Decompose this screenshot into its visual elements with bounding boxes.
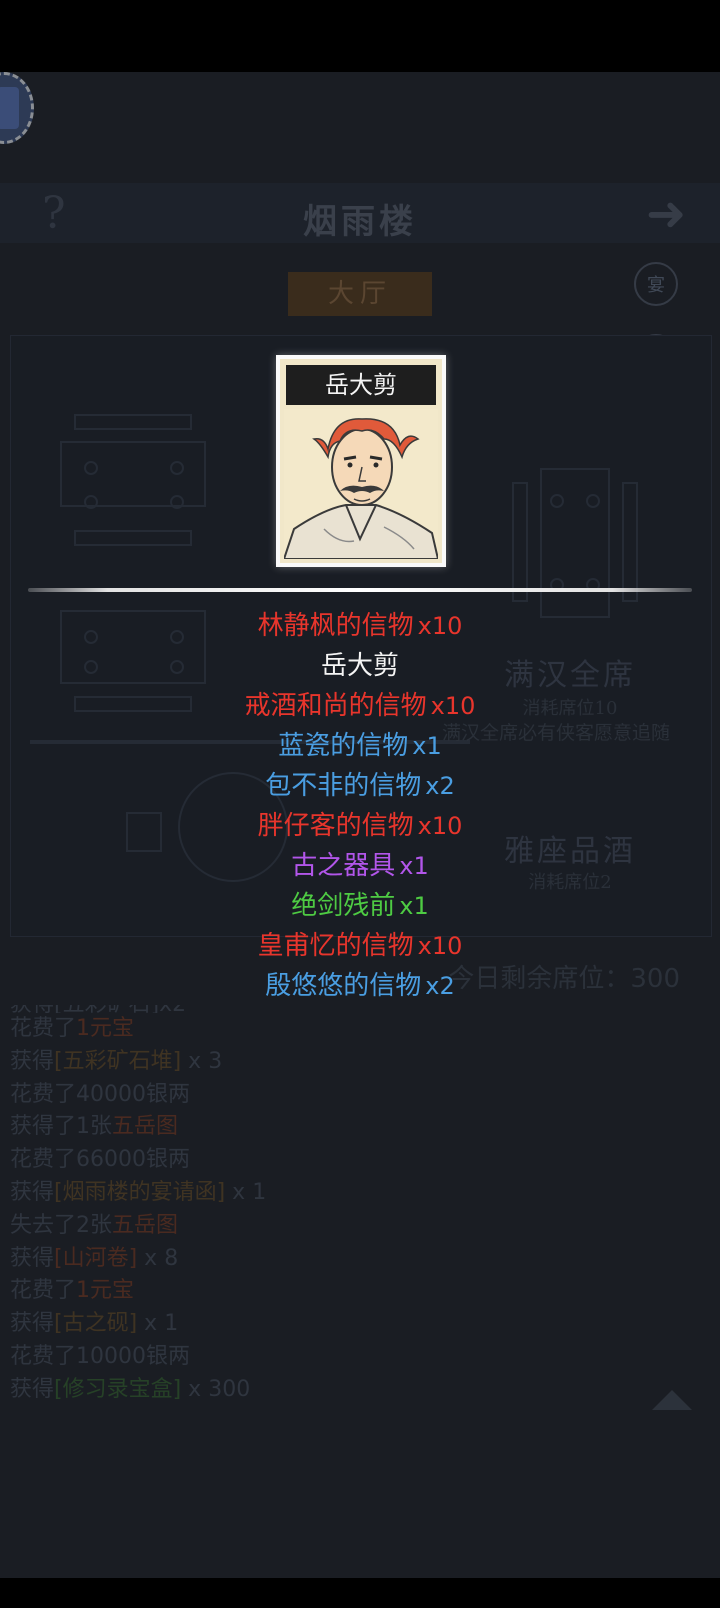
reward-name: 殷悠悠的信物	[265, 971, 422, 1001]
log-text: 花费了40000银两	[10, 1081, 190, 1107]
reward-quantity: x1	[399, 892, 429, 920]
reward-item: 古之器具 x1	[0, 846, 720, 886]
character-portrait	[284, 409, 438, 559]
log-line: 获得[修习录宝盒] x 300	[10, 1374, 610, 1407]
log-text: x 300	[181, 1376, 251, 1402]
log-item-link[interactable]: 五岳图	[112, 1213, 178, 1238]
log-line: 获得了1张五岳图	[10, 1111, 610, 1144]
log-text: x 3	[181, 1048, 223, 1074]
reward-item: 林静枫的信物 x10	[0, 606, 720, 646]
bench-shape	[622, 482, 638, 602]
log-line: 获得[五彩矿石]x2	[10, 1005, 610, 1013]
reward-name: 皇甫忆的信物	[257, 931, 414, 961]
log-text: 花费了	[10, 1016, 77, 1041]
player-avatar[interactable]	[0, 72, 34, 144]
popup-divider	[28, 588, 692, 592]
log-line: 获得[五彩矿石堆] x 3	[10, 1046, 610, 1079]
log-text: 花费了	[10, 1278, 77, 1304]
log-line: 花费了40000银两	[10, 1079, 610, 1112]
log-text: 获得了1张	[10, 1114, 112, 1140]
stool-dot	[170, 461, 184, 475]
stool-dot	[550, 494, 564, 508]
table-shape	[60, 441, 206, 507]
character-name: 岳大剪	[286, 365, 436, 405]
bench-shape	[74, 530, 192, 546]
reward-quantity: x1	[399, 852, 429, 880]
log-text: 获得[五彩矿石]x2	[10, 1005, 186, 1013]
log-text: x 8	[137, 1245, 179, 1271]
reward-quantity: x10	[417, 612, 463, 640]
activity-log[interactable]: 获得[五彩矿石]x2花费了1元宝获得[五彩矿石堆] x 3花费了40000银两获…	[10, 1005, 610, 1407]
log-item-link[interactable]: [古之砚]	[54, 1311, 137, 1336]
log-item-link[interactable]: [山河卷]	[54, 1246, 137, 1271]
reward-name: 林静枫的信物	[257, 611, 414, 641]
stool-dot	[170, 495, 184, 509]
reward-name: 岳大剪	[320, 651, 399, 681]
reward-quantity: x2	[425, 972, 455, 1000]
reward-quantity: x1	[412, 732, 442, 760]
reward-name: 戒酒和尚的信物	[244, 691, 427, 721]
log-line: 花费了10000银两	[10, 1341, 610, 1374]
reward-item: 皇甫忆的信物 x10	[0, 926, 720, 966]
reward-quantity: x2	[425, 772, 455, 800]
character-card[interactable]: 岳大剪	[276, 355, 446, 567]
log-text: 失去了2张	[10, 1212, 112, 1238]
reward-name: 蓝瓷的信物	[278, 731, 409, 761]
reward-name: 胖仔客的信物	[257, 811, 414, 841]
log-line: 花费了1元宝	[10, 1275, 610, 1308]
bench-shape	[74, 414, 192, 430]
reward-list: 林静枫的信物 x10 岳大剪 戒酒和尚的信物 x10 蓝瓷的信物 x1 包不非的信物 x2 胖仔客…	[0, 606, 720, 1006]
page-title: 烟雨楼	[303, 202, 417, 242]
log-line: 获得[烟雨楼的宴请函] x 1	[10, 1177, 610, 1210]
reward-name: 古之器具	[291, 851, 396, 881]
tab-hall[interactable]: 大厅	[288, 272, 432, 316]
log-text: 花费了10000银两	[10, 1343, 190, 1369]
log-item-link[interactable]: 五岳图	[112, 1114, 178, 1139]
status-bar	[0, 0, 720, 72]
log-line: 获得[山河卷] x 8	[10, 1243, 610, 1276]
reward-item: 包不非的信物 x2	[0, 766, 720, 806]
log-text: 获得	[10, 1245, 55, 1271]
reward-item: 戒酒和尚的信物 x10	[0, 686, 720, 726]
log-item-link[interactable]: [修习录宝盒]	[54, 1377, 181, 1402]
table-shape	[540, 468, 610, 618]
reward-item: 蓝瓷的信物 x1	[0, 726, 720, 766]
next-arrow-icon[interactable]: ➜	[646, 186, 686, 242]
scroll-up-icon[interactable]	[652, 1390, 692, 1410]
log-text: x 1	[225, 1179, 267, 1205]
reward-item: 岳大剪	[0, 646, 720, 686]
log-line: 花费了1元宝	[10, 1013, 610, 1046]
log-item-link[interactable]: [烟雨楼的宴请函]	[54, 1180, 225, 1205]
log-line: 花费了66000银两	[10, 1144, 610, 1177]
banquet-button[interactable]: 宴	[634, 262, 678, 306]
log-line: 获得[古之砚] x 1	[10, 1308, 610, 1341]
reward-item: 胖仔客的信物 x10	[0, 806, 720, 846]
reward-name: 包不非的信物	[265, 771, 422, 801]
log-line: 失去了2张五岳图	[10, 1210, 610, 1243]
stool-dot	[586, 494, 600, 508]
reward-quantity: x10	[430, 692, 476, 720]
bench-shape	[512, 482, 528, 602]
reward-item: 殷悠悠的信物 x2	[0, 966, 720, 1006]
log-text: 获得	[10, 1048, 55, 1074]
stool-dot	[84, 461, 98, 475]
log-item-link[interactable]: 1元宝	[76, 1016, 134, 1041]
log-text: 花费了66000银两	[10, 1147, 190, 1173]
log-text: 获得	[10, 1311, 55, 1337]
log-text: 获得	[10, 1376, 55, 1402]
stool-dot	[84, 495, 98, 509]
reward-item: 绝剑残前 x1	[0, 886, 720, 926]
log-item-link[interactable]: 1元宝	[76, 1278, 134, 1303]
reward-name: 绝剑残前	[291, 891, 396, 921]
reward-quantity: x10	[417, 812, 463, 840]
reward-quantity: x10	[417, 932, 463, 960]
log-text: 获得	[10, 1179, 55, 1205]
navigation-bar	[0, 1578, 720, 1608]
log-text: x 1	[137, 1311, 179, 1337]
log-item-link[interactable]: [五彩矿石堆]	[54, 1049, 181, 1074]
